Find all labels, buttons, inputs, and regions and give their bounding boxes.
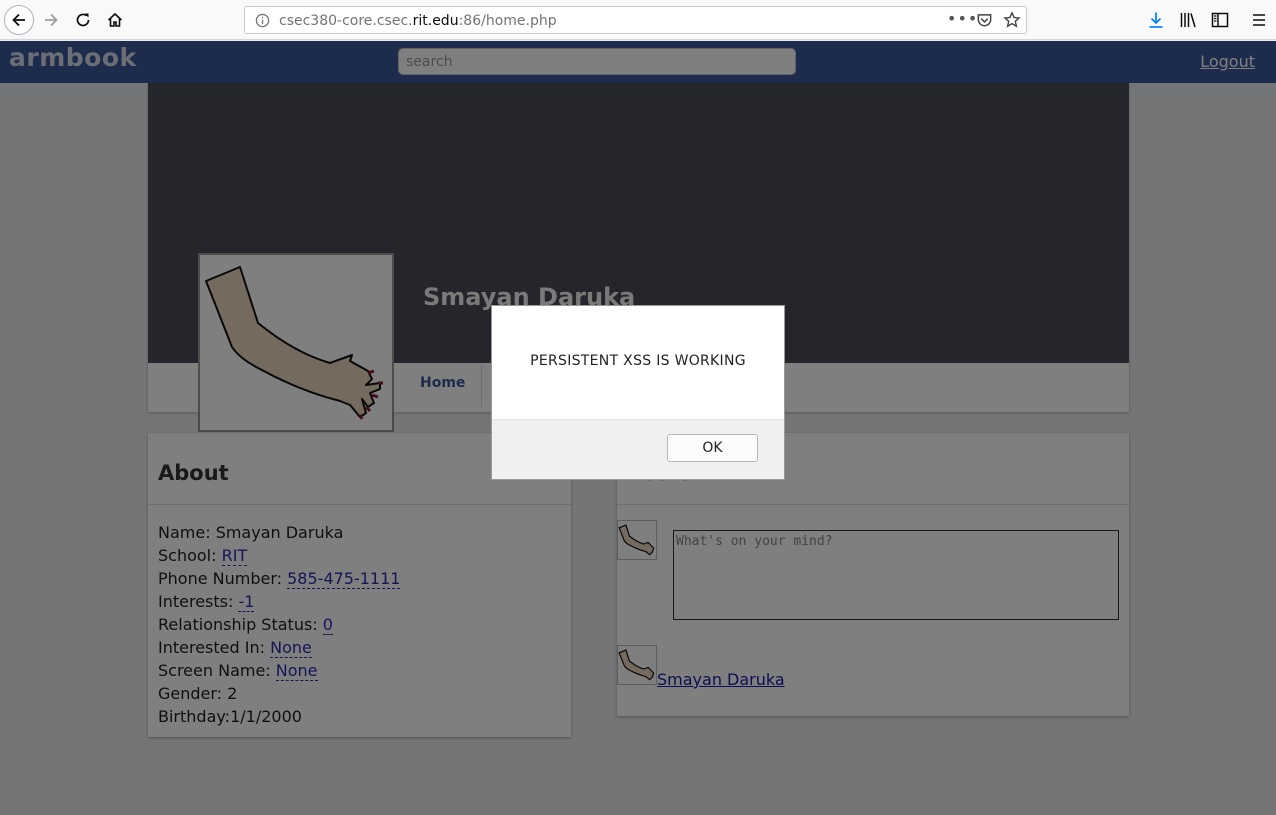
url-domain: rit.edu [412, 13, 459, 29]
sidebar-icon[interactable] [1211, 11, 1229, 29]
back-arrow-icon [12, 13, 25, 27]
alert-message: PERSISTENT XSS IS WORKING [530, 353, 746, 369]
back-button[interactable] [4, 5, 34, 35]
reload-icon [76, 13, 90, 27]
reload-button[interactable] [69, 6, 97, 34]
home-button[interactable] [101, 6, 129, 34]
url-suffix: :86/home.php [458, 13, 557, 29]
info-icon[interactable] [255, 13, 270, 28]
home-icon [107, 12, 123, 27]
pocket-icon[interactable] [976, 12, 993, 29]
bookmark-star-icon[interactable] [1003, 11, 1021, 29]
url-text: csec380-core.csec.rit.edu:86/home.php [279, 13, 557, 29]
forward-button[interactable] [37, 6, 65, 34]
page-actions-icon[interactable]: ••• [947, 9, 978, 28]
browser-toolbar: csec380-core.csec.rit.edu:86/home.php ••… [0, 0, 1276, 40]
url-prefix: csec380-core.csec. [279, 13, 413, 29]
alert-dialog: PERSISTENT XSS IS WORKING OK [491, 305, 785, 480]
library-icon[interactable] [1179, 11, 1197, 29]
forward-arrow-icon [45, 13, 58, 27]
ok-button[interactable]: OK [667, 434, 758, 462]
alert-footer: OK [492, 419, 784, 479]
url-bar[interactable]: csec380-core.csec.rit.edu:86/home.php ••… [244, 6, 1027, 34]
menu-icon[interactable] [1250, 11, 1268, 29]
download-icon[interactable] [1147, 11, 1165, 29]
